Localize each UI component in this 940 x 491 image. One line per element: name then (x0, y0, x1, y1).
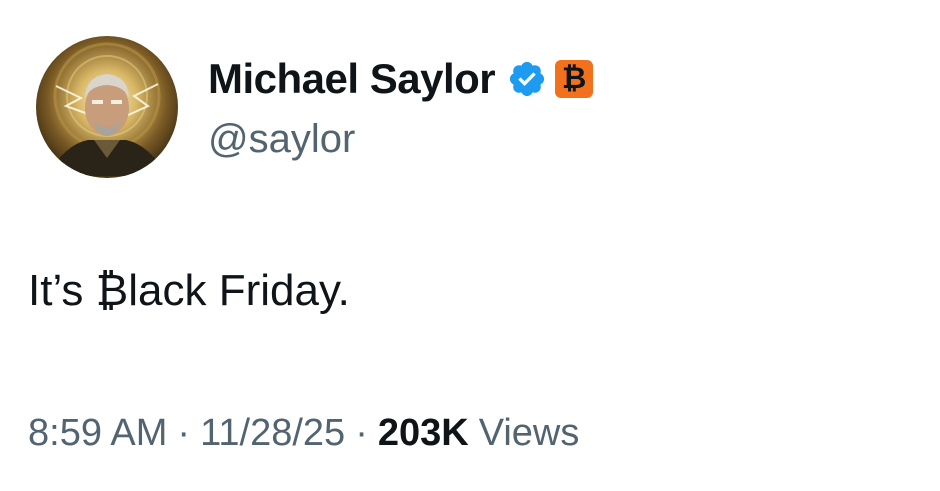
views-label: Views (478, 412, 580, 454)
tweet-text: It’s ₿lack Friday. (28, 266, 350, 315)
bitcoin-badge-icon[interactable]: ₿ (555, 59, 594, 98)
author-identity: Michael Saylor ₿ @saylor (208, 53, 594, 162)
meta-separator: · (177, 412, 191, 454)
tweet-meta: 8:59 AM · 11/28/25 · 203K Views (28, 412, 579, 455)
verified-badge-icon[interactable] (507, 59, 547, 99)
tweet-date[interactable]: 11/28/25 (200, 412, 345, 455)
tweet-card: Michael Saylor ₿ @saylor It’s ₿lack Frid… (0, 0, 940, 491)
tweet-time[interactable]: 8:59 AM (28, 412, 167, 455)
meta-separator: · (355, 412, 368, 454)
tweet-header: Michael Saylor ₿ @saylor (36, 36, 594, 178)
author-handle[interactable]: @saylor (208, 117, 593, 162)
avatar[interactable] (36, 36, 178, 178)
name-row: Michael Saylor ₿ (208, 53, 594, 105)
views-count[interactable]: 203K (378, 412, 469, 455)
author-display-name[interactable]: Michael Saylor (208, 55, 496, 103)
